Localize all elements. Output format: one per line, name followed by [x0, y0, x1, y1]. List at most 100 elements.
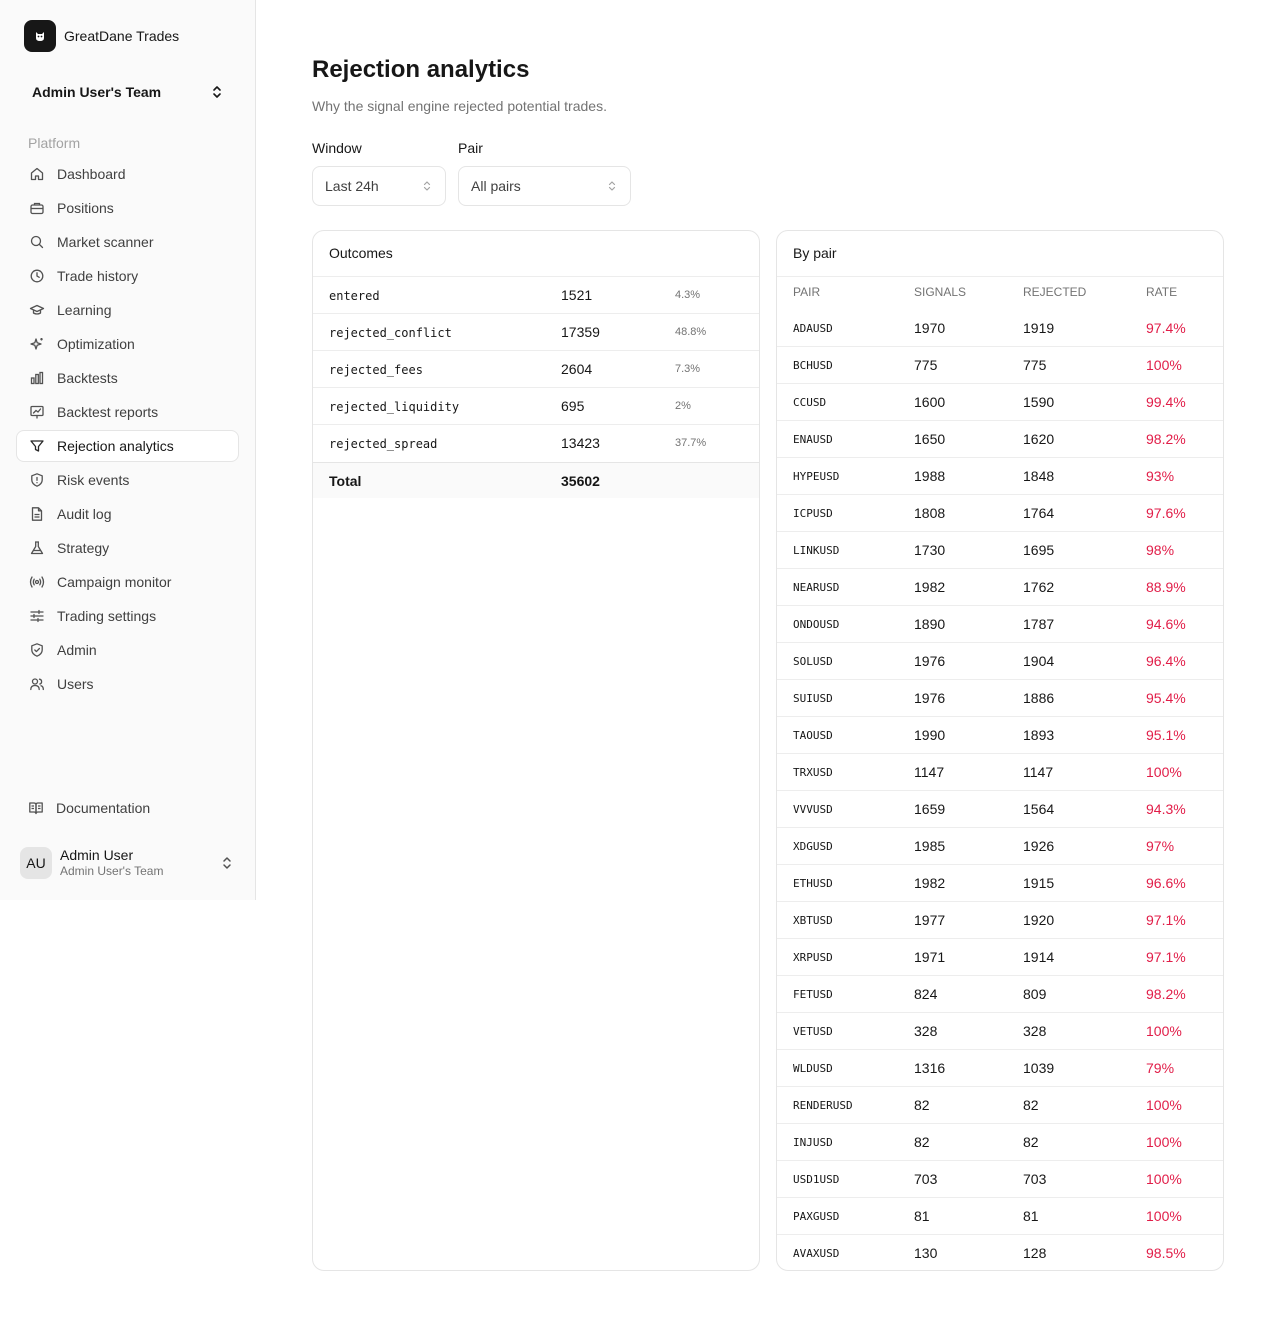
sidebar-item-positions[interactable]: Positions — [16, 192, 239, 224]
pair-signals: 1970 — [914, 320, 946, 336]
pair-name: LINKUSD — [793, 544, 840, 557]
file-text-icon — [31, 507, 43, 521]
outcome-count: 17359 — [561, 324, 600, 340]
pair-signals: 824 — [914, 986, 938, 1002]
table-row: rejected_fees 2604 7.3% — [313, 351, 759, 388]
team-name: Admin User's Team — [32, 84, 162, 100]
pair-name: RENDERUSD — [793, 1099, 853, 1112]
table-row: FETUSD 824 809 98.2% — [777, 976, 1223, 1013]
chevrons-up-down-icon — [213, 86, 221, 98]
pair-signals: 82 — [914, 1097, 930, 1113]
pair-select[interactable]: All pairs — [458, 166, 631, 206]
user-name: Admin User — [60, 847, 134, 863]
sidebar-item-market-scanner[interactable]: Market scanner — [16, 226, 239, 258]
sidebar-item-rejection-analytics[interactable]: Rejection analytics — [16, 430, 239, 462]
sidebar-nav: Dashboard Positions Market scanner Trade… — [16, 158, 239, 702]
total-row: Total 35602 — [313, 462, 759, 498]
pair-signals: 703 — [914, 1171, 938, 1187]
pair-rate: 96.6% — [1146, 875, 1186, 891]
sidebar-item-risk-events[interactable]: Risk events — [16, 464, 239, 496]
sidebar-item-users[interactable]: Users — [16, 668, 239, 700]
table-row: SUIUSD 1976 1886 95.4% — [777, 680, 1223, 717]
sidebar-item-backtest-reports[interactable]: Backtest reports — [16, 396, 239, 428]
pair-name: ENAUSD — [793, 433, 833, 446]
sidebar-item-label: Dashboard — [57, 166, 126, 182]
pair-name: TRXUSD — [793, 766, 833, 779]
pair-rejected: 81 — [1023, 1208, 1039, 1224]
page-title: Rejection analytics — [312, 56, 530, 83]
sidebar-item-documentation[interactable]: Documentation — [28, 800, 150, 816]
total-value: 35602 — [561, 473, 600, 489]
pair-rejected: 1904 — [1023, 653, 1055, 669]
sidebar-item-backtests[interactable]: Backtests — [16, 362, 239, 394]
pair-rejected: 1926 — [1023, 838, 1055, 854]
sidebar-item-audit-log[interactable]: Audit log — [16, 498, 239, 530]
pair-name: ETHUSD — [793, 877, 833, 890]
pair-signals: 81 — [914, 1208, 930, 1224]
pair-name: PAXGUSD — [793, 1210, 840, 1223]
pair-label: Pair — [458, 140, 483, 156]
table-row: rejected_spread 13423 37.7% — [313, 425, 759, 462]
table-row: AVAXUSD 130 128 98.5% — [777, 1235, 1223, 1270]
pair-rejected: 82 — [1023, 1097, 1039, 1113]
sidebar-item-admin[interactable]: Admin — [16, 634, 239, 666]
pair-rate: 98.5% — [1146, 1245, 1186, 1261]
radio-icon — [29, 576, 45, 588]
pair-rate: 88.9% — [1146, 579, 1186, 595]
column-header-signals: SIGNALS — [914, 285, 967, 299]
table-row: RENDERUSD 82 82 100% — [777, 1087, 1223, 1124]
sidebar-item-label: Positions — [57, 200, 114, 216]
window-select[interactable]: Last 24h — [312, 166, 446, 206]
sidebar-item-dashboard[interactable]: Dashboard — [16, 158, 239, 190]
sidebar-item-campaign-monitor[interactable]: Campaign monitor — [16, 566, 239, 598]
sidebar-item-label: Users — [57, 676, 94, 692]
clock-icon — [30, 269, 44, 283]
sidebar-item-label: Risk events — [57, 472, 130, 488]
pair-rate: 98.2% — [1146, 986, 1186, 1002]
sidebar-item-trade-history[interactable]: Trade history — [16, 260, 239, 292]
pair-rejected: 1848 — [1023, 468, 1055, 484]
outcome-pct: 2% — [675, 400, 691, 412]
sidebar-item-strategy[interactable]: Strategy — [16, 532, 239, 564]
table-row: CCUSD 1600 1590 99.4% — [777, 384, 1223, 421]
pair-rejected: 1147 — [1023, 764, 1054, 780]
pair-rejected: 1762 — [1023, 579, 1055, 595]
column-header-rate: RATE — [1146, 285, 1178, 299]
pair-name: NEARUSD — [793, 581, 840, 594]
divider — [777, 276, 1223, 277]
sidebar-item-optimization[interactable]: Optimization — [16, 328, 239, 360]
outcome-name: rejected_spread — [329, 437, 438, 451]
sidebar-item-label: Documentation — [56, 800, 151, 816]
team-switcher[interactable]: Admin User's Team — [32, 82, 224, 102]
pair-rejected: 82 — [1023, 1134, 1039, 1150]
pair-rate: 100% — [1146, 1171, 1182, 1187]
sidebar-item-trading-settings[interactable]: Trading settings — [16, 600, 239, 632]
sidebar-item-learning[interactable]: Learning — [16, 294, 239, 326]
avatar: AU — [20, 847, 52, 879]
outcome-count: 1521 — [561, 287, 593, 303]
sidebar-item-label: Optimization — [57, 336, 135, 352]
outcome-count: 695 — [561, 398, 585, 414]
pair-rejected: 1915 — [1023, 875, 1055, 891]
pair-rate: 100% — [1146, 1097, 1182, 1113]
bar-chart-icon — [30, 371, 44, 385]
pair-rejected: 1893 — [1023, 727, 1055, 743]
table-row: INJUSD 82 82 100% — [777, 1124, 1223, 1161]
user-menu[interactable]: AU Admin User Admin User's Team — [20, 846, 236, 880]
pair-rejected: 1787 — [1023, 616, 1055, 632]
brand[interactable]: GreatDane Trades — [24, 20, 179, 52]
pair-rate: 100% — [1146, 764, 1182, 780]
sidebar: GreatDane Trades Admin User's Team Platf… — [0, 0, 256, 900]
pair-signals: 1890 — [914, 616, 946, 632]
pair-rejected: 809 — [1023, 986, 1047, 1002]
sidebar-item-label: Backtests — [57, 370, 118, 386]
sparkles-icon — [30, 338, 43, 350]
by-pair-card: By pair PAIR SIGNALS REJECTED RATE ADAUS… — [776, 230, 1224, 1271]
pair-rate: 94.6% — [1146, 616, 1186, 632]
pair-rejected: 1764 — [1023, 505, 1055, 521]
table-row: rejected_liquidity 695 2% — [313, 388, 759, 425]
pair-signals: 1316 — [914, 1060, 946, 1076]
table-row: BCHUSD 775 775 100% — [777, 347, 1223, 384]
pair-name: AVAXUSD — [793, 1247, 840, 1260]
outcomes-card: Outcomes entered 1521 4.3% rejected_conf… — [312, 230, 760, 1271]
